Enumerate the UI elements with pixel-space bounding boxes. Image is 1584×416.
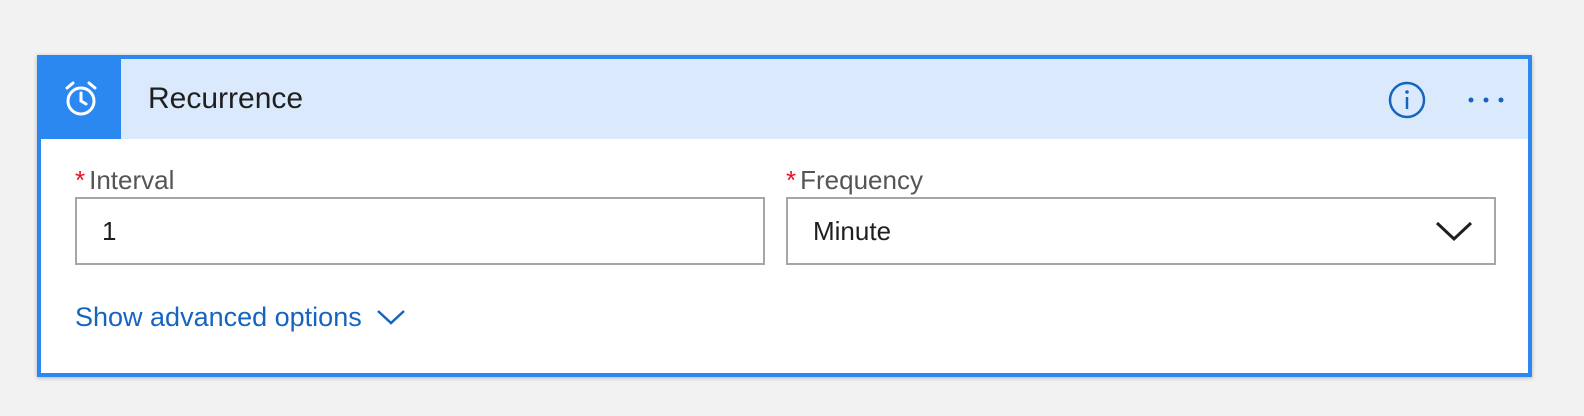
more-options-button[interactable] bbox=[1464, 85, 1508, 115]
interval-required-marker: * bbox=[75, 165, 86, 195]
chevron-down-icon bbox=[1435, 221, 1473, 242]
interval-label-text: Interval bbox=[89, 165, 175, 195]
show-advanced-options-link[interactable]: Show advanced options bbox=[75, 297, 406, 337]
frequency-value: Minute bbox=[813, 216, 892, 246]
frequency-label: * Frequency bbox=[786, 163, 923, 197]
header-icon-box bbox=[41, 59, 121, 139]
interval-input[interactable] bbox=[75, 197, 765, 265]
info-icon bbox=[1388, 81, 1426, 119]
more-options-icon bbox=[1468, 97, 1504, 103]
frequency-select[interactable]: Minute bbox=[786, 197, 1496, 265]
frequency-label-text: Frequency bbox=[800, 165, 923, 195]
card-header[interactable]: Recurrence bbox=[41, 59, 1528, 139]
advanced-options-label: Show advanced options bbox=[75, 301, 362, 332]
alarm-clock-icon bbox=[65, 81, 97, 116]
card-title: Recurrence bbox=[148, 82, 304, 115]
info-button[interactable] bbox=[1388, 81, 1426, 119]
recurrence-card: Recurrence *Interval *Frequency Minute bbox=[37, 55, 1532, 377]
frequency-required-marker: * bbox=[786, 165, 797, 195]
advanced-chevron-down-icon bbox=[376, 310, 405, 325]
interval-label: * Interval bbox=[75, 163, 174, 197]
